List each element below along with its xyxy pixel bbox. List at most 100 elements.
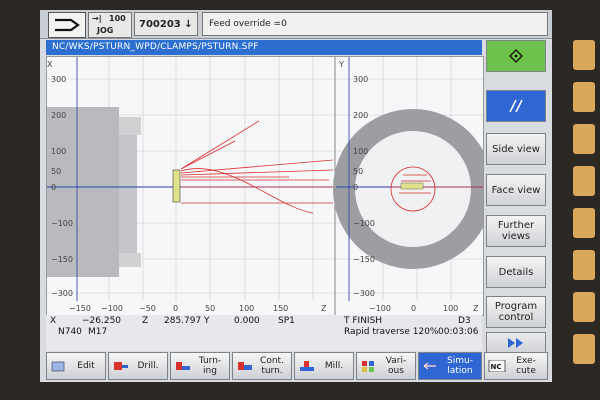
hardware-key-1[interactable] <box>573 40 595 70</box>
chuck-jaw-top <box>119 117 141 135</box>
softkey-blue[interactable] <box>486 90 546 122</box>
jog-mode-icon <box>55 18 80 32</box>
side-xtick-label: 100 <box>239 304 254 313</box>
edit-icon <box>51 361 65 372</box>
side-ytick-label: 0 <box>51 183 56 192</box>
face-ytick-label: −100 <box>353 219 375 228</box>
feed-percent: 100 <box>109 14 126 23</box>
face-ytick-label: −300 <box>353 289 375 298</box>
simulation-view[interactable]: 300 200 100 50 0 −100 −150 −300 −150 −10… <box>46 56 484 316</box>
simulation-button[interactable]: Simu- lation <box>418 352 482 380</box>
edit-button[interactable]: Edit <box>46 352 106 380</box>
face-ytick-label: 300 <box>353 75 368 84</box>
side-xtick-label: 0 <box>173 304 178 313</box>
further-views-button[interactable]: Further views <box>486 215 546 247</box>
d-value: D3 <box>458 316 471 326</box>
drill-button[interactable]: Drill. <box>108 352 168 380</box>
turning-icon <box>176 362 190 370</box>
feed-arrow-icon: →| <box>92 14 102 23</box>
contour-icon <box>238 362 252 370</box>
face-ytick-label: 0 <box>353 183 358 192</box>
program-number: 700203 ↓ <box>134 12 198 36</box>
details-button[interactable]: Details <box>486 256 546 288</box>
softkey-green[interactable] <box>486 40 546 72</box>
face-y-axis-label: Y <box>338 60 344 69</box>
hardware-key-6[interactable] <box>573 250 595 280</box>
z-value: 285.797 <box>164 316 202 326</box>
various-button[interactable]: Vari- ous <box>356 352 416 380</box>
hardware-key-2[interactable] <box>573 82 595 112</box>
program-control-button[interactable]: Program control <box>486 296 546 328</box>
hardware-key-7[interactable] <box>573 292 595 322</box>
side-x-axis-label: X <box>47 60 53 69</box>
chuck-face <box>119 135 137 253</box>
milling-button[interactable]: Mill. <box>294 352 354 380</box>
machine-mode-indicator <box>48 12 86 38</box>
alarm-message: Feed override =0 <box>202 12 548 36</box>
execute-button[interactable]: NC Exe- cute <box>484 352 548 380</box>
side-ytick-label: −150 <box>51 255 73 264</box>
milling-icon <box>300 361 314 371</box>
program-path: NC/WKS/PSTURN_WPD/CLAMPS/PSTURN.SPF <box>46 40 482 55</box>
m-code: M17 <box>88 327 108 337</box>
side-view-button[interactable]: Side view <box>486 133 546 165</box>
face-xtick-label: 0 <box>411 304 416 313</box>
face-ytick-label: 100 <box>353 147 368 156</box>
face-xtick-label: −100 <box>369 304 391 313</box>
double-slash-icon <box>509 99 523 113</box>
face-ytick-label: 200 <box>353 111 368 120</box>
contour-turning-button[interactable]: Cont. turn. <box>232 352 292 380</box>
horizontal-softkeys: Edit Drill. Turn- ing Cont. turn. Mill. … <box>46 352 550 380</box>
simulation-icon <box>423 362 436 370</box>
side-xtick-label: −100 <box>101 304 123 313</box>
side-ytick-label: −100 <box>51 219 73 228</box>
side-xtick-label: 50 <box>205 304 215 313</box>
face-z-axis-label: Z <box>473 304 479 313</box>
chuck-jaw-bottom <box>119 253 141 267</box>
hardware-key-5[interactable] <box>573 208 595 238</box>
side-ytick-label: 200 <box>51 111 66 120</box>
hmi-screen: →| 100 JOG 700203 ↓ Feed override =0 NC/… <box>40 10 552 382</box>
side-ytick-label: −300 <box>51 289 73 298</box>
simulation-canvas: 300 200 100 50 0 −100 −150 −300 −150 −10… <box>47 57 483 315</box>
y-label: Y <box>204 316 210 326</box>
x-label: X <box>50 316 57 326</box>
y-value: 0.000 <box>234 316 260 326</box>
hardware-key-3[interactable] <box>573 124 595 154</box>
side-z-axis-label: Z <box>321 304 327 313</box>
turning-button[interactable]: Turn- ing <box>170 352 230 380</box>
diamond-icon <box>509 49 523 63</box>
cycle-time: 00:03:06 <box>438 327 479 337</box>
side-xtick-label: −50 <box>139 304 156 313</box>
chuck-body <box>47 107 119 277</box>
svg-text:NC: NC <box>491 363 502 371</box>
mode-label: JOG <box>97 26 114 35</box>
spindle-label: SP1 <box>278 316 295 326</box>
face-xtick-label: 100 <box>443 304 458 313</box>
face-view-button[interactable]: Face view <box>486 174 546 206</box>
various-icon <box>362 361 374 372</box>
side-ytick-label: 50 <box>51 167 61 176</box>
block-number: N740 <box>58 327 82 337</box>
side-ytick-label: 100 <box>51 147 66 156</box>
hardware-key-8[interactable] <box>573 334 595 364</box>
face-ytick-label: −150 <box>353 255 375 264</box>
drill-icon <box>114 362 128 370</box>
hardware-key-4[interactable] <box>573 166 595 196</box>
cycle-label: T FINISH <box>344 316 383 326</box>
jog-status: →| 100 JOG <box>88 12 132 38</box>
side-xtick-label: −150 <box>69 304 91 313</box>
fast-forward-icon <box>508 338 523 348</box>
next-softkey[interactable] <box>486 332 546 354</box>
rapid-traverse: Rapid traverse 120% <box>344 327 439 337</box>
workpiece <box>172 169 181 203</box>
face-workpiece <box>400 182 424 190</box>
x-value: −26.250 <box>82 316 122 326</box>
face-ytick-label: 50 <box>353 167 363 176</box>
side-ytick-label: 300 <box>51 75 66 84</box>
header-bar: →| 100 JOG 700203 ↓ Feed override =0 <box>40 10 552 39</box>
position-status: X −26.250 Z 285.797 Y 0.000 SP1 T FINISH… <box>46 315 482 351</box>
side-xtick-label: 150 <box>273 304 288 313</box>
nc-icon: NC <box>488 360 506 372</box>
z-label: Z <box>142 316 149 326</box>
